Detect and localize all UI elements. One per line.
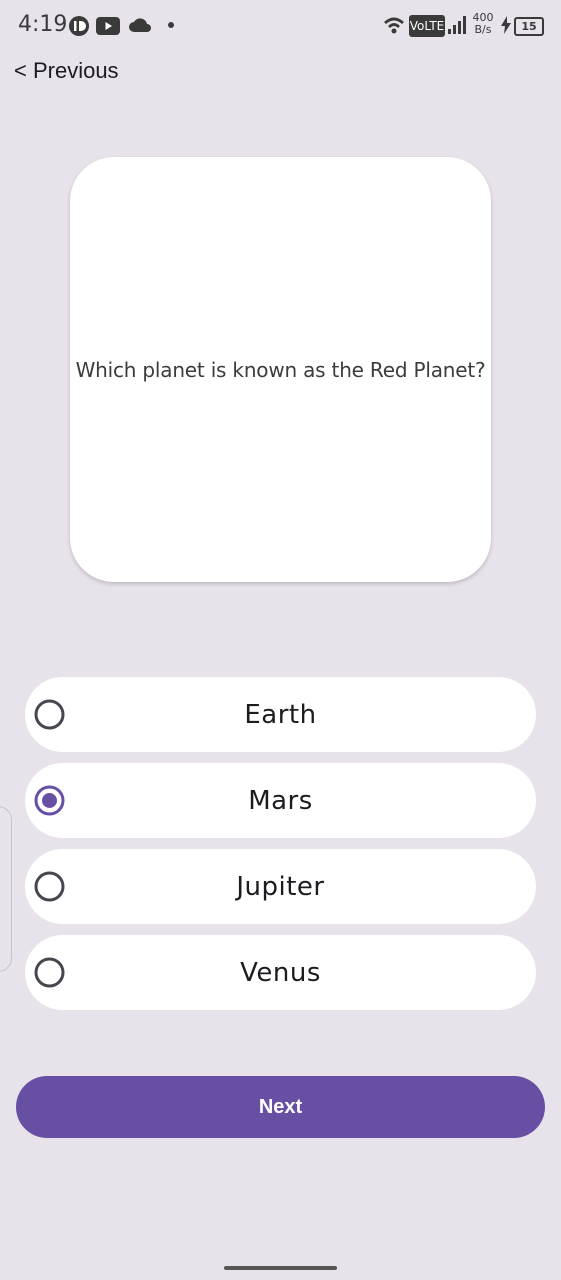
network-speed: 400 B/s xyxy=(471,12,495,36)
option-label: Jupiter xyxy=(236,871,325,902)
volte-badge: VoLTE xyxy=(409,15,445,37)
edge-panel-handle[interactable] xyxy=(0,806,12,972)
option-jupiter[interactable]: Jupiter xyxy=(25,849,536,924)
youtube-icon xyxy=(96,17,120,35)
app-notification-icon xyxy=(69,16,89,36)
option-mars[interactable]: Mars xyxy=(25,763,536,838)
cloud-icon xyxy=(129,18,151,32)
status-time: 4:19 xyxy=(18,12,68,37)
option-label: Earth xyxy=(244,699,317,730)
home-indicator[interactable] xyxy=(224,1266,337,1270)
charging-icon xyxy=(501,16,511,34)
signal-icon xyxy=(448,16,466,34)
previous-button[interactable]: < Previous xyxy=(14,58,119,84)
question-card: Which planet is known as the Red Planet? xyxy=(70,157,491,582)
battery-icon: 15 xyxy=(514,17,544,36)
network-speed-unit: B/s xyxy=(474,23,492,36)
question-text: Which planet is known as the Red Planet? xyxy=(75,357,486,382)
notification-dot-icon xyxy=(168,22,174,28)
wifi-icon xyxy=(384,17,404,34)
option-label: Venus xyxy=(240,957,321,988)
option-label: Mars xyxy=(248,785,313,816)
status-bar: 4:19 VoLTE 400 B/s 15 xyxy=(0,0,561,52)
next-button[interactable]: Next xyxy=(16,1076,545,1138)
option-earth[interactable]: Earth xyxy=(25,677,536,752)
option-venus[interactable]: Venus xyxy=(25,935,536,1010)
